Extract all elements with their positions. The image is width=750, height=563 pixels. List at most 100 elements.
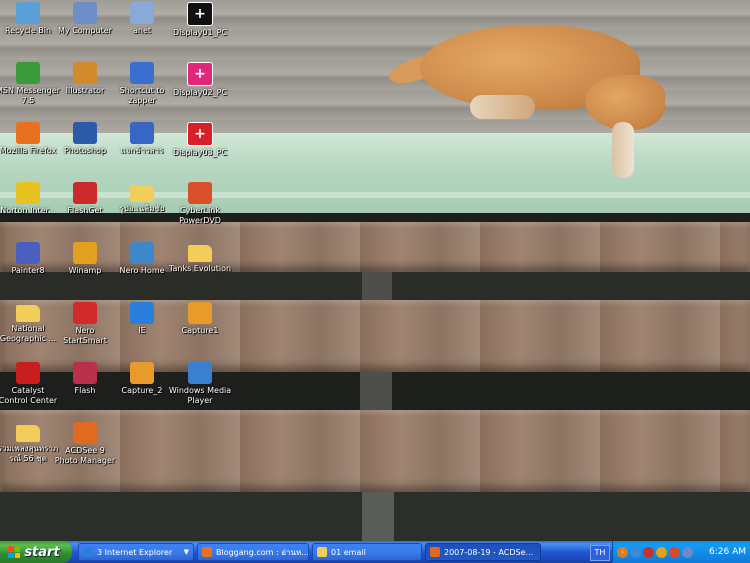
desktop-icon[interactable]: Flash [53, 362, 117, 396]
desktop-icon[interactable]: Mozilla Firefox [0, 122, 60, 156]
desktop-icon[interactable]: Nero Home [110, 242, 174, 276]
acdsee-icon [73, 422, 97, 444]
desktop-icon[interactable]: CyberLink PowerDVD [168, 182, 232, 226]
desktop-icon[interactable]: Illustrator [53, 62, 117, 96]
desktop-icon[interactable]: Capture1 [168, 302, 232, 336]
desktop-icon[interactable]: National Geographic ... [0, 302, 60, 344]
desktop-icon-label: Nero StartSmart [63, 326, 107, 345]
painter-icon [16, 242, 40, 264]
desktop-icon-label: National Geographic ... [0, 324, 57, 343]
desktop-icon-label: Display03_PC [172, 148, 228, 157]
application-window-icon [130, 62, 154, 84]
desktop-icon[interactable]: + Display03_PC [168, 122, 232, 158]
msn-tray-icon[interactable] [656, 546, 667, 558]
taskbar-task-label: Bloggang.com : อ่านห... [216, 547, 309, 557]
taskbar-tasks: 3 Internet Explorer ▼ Bloggang.com : อ่านห… [78, 543, 544, 561]
taskbar-task-label: 3 Internet Explorer [97, 547, 173, 557]
desktop-icon-label: FlashGet [67, 206, 103, 215]
desktop-icon[interactable]: รูปอ.เฉลิมชัย [110, 182, 174, 214]
taskbar-task-button[interactable]: 3 Internet Explorer ▼ [78, 543, 194, 561]
desktop-icon[interactable]: Norton Inter... [0, 182, 60, 216]
desktop-icon[interactable]: ACDSee 9 Photo Manager [53, 422, 117, 466]
msn-messenger-icon [16, 62, 40, 84]
desktop-icon[interactable]: Capture_2 [110, 362, 174, 396]
desktop-icon[interactable]: Windows Media Player [168, 362, 232, 406]
desktop-icon[interactable]: แจกข้าวสาร [110, 122, 174, 156]
wallpaper-post [362, 492, 394, 541]
clock[interactable]: 6:26 AM [709, 547, 746, 557]
folder-icon [188, 245, 212, 262]
desktop-icon-label: Tanks Evolution [168, 264, 232, 273]
desktop-icon-label: Recycle Bin [4, 26, 52, 35]
desktop-icon-label: Nero Home [119, 266, 165, 275]
photoshop-icon [73, 122, 97, 144]
nero-home-icon [130, 242, 154, 264]
folder-icon [16, 305, 40, 322]
taskbar-task-label: 01 email [331, 547, 366, 557]
winamp-icon [73, 242, 97, 264]
powerdvd-icon [188, 182, 212, 204]
antivirus-tray-icon[interactable] [643, 546, 654, 558]
desktop-icon[interactable]: + Display01_PC [168, 2, 232, 38]
wallpaper-dog-hind-leg [470, 95, 535, 119]
desktop-icon[interactable]: Recycle Bin [0, 2, 60, 36]
desktop-icon[interactable]: Photoshop [53, 122, 117, 156]
windows-logo-icon [8, 546, 21, 558]
desktop-icon[interactable]: IE [110, 302, 174, 336]
taskbar-task-button[interactable]: 2007-08-19 - ACDSe... [425, 543, 541, 561]
nero-icon [73, 302, 97, 324]
show-hidden-icons-icon[interactable]: ‹ [617, 546, 628, 558]
firefox-icon [16, 122, 40, 144]
word-document-icon [130, 122, 154, 144]
desktop-icon[interactable]: Shortcut to zapper [110, 62, 174, 106]
desktop-icon-label: Windows Media Player [168, 386, 232, 405]
taskbar-task-label: 2007-08-19 - ACDSe... [444, 547, 534, 557]
desktop-icon-label: Flash [74, 386, 96, 395]
utility-tray-icon[interactable] [669, 546, 680, 558]
norton-icon [16, 182, 40, 204]
desktop-icon[interactable]: Painter8 [0, 242, 60, 276]
desktop-icon-label: MSN Messenger 7.5 [0, 86, 60, 105]
internet-explorer-icon [130, 302, 154, 324]
desktop-icon[interactable]: Tanks Evolution [168, 242, 232, 274]
internet-explorer-icon [83, 547, 93, 557]
computer-icon [73, 2, 97, 24]
display-icon: + [187, 62, 213, 86]
desktop-icon[interactable]: My Computer [53, 2, 117, 36]
wallpaper-post [362, 272, 392, 302]
desktop-icon[interactable]: Winamp [53, 242, 117, 276]
jpeg-image-icon [188, 302, 212, 324]
desktop-icon[interactable]: MSN Messenger 7.5 [0, 62, 60, 106]
taskbar-task-button[interactable]: 01 email [312, 543, 422, 561]
network-tray-icon[interactable] [630, 546, 641, 558]
desktop-icon-label: ACDSee 9 Photo Manager [54, 446, 116, 465]
desktop-icon-label: แจกข้าวสาร [120, 146, 164, 155]
recycle-bin-icon [16, 2, 40, 24]
acdsee-icon [430, 547, 440, 557]
desktop-icon-label: Shortcut to zapper [119, 86, 165, 105]
display-icon: + [187, 122, 213, 146]
start-label: start [24, 544, 60, 560]
desktop-icon[interactable]: Catalyst Control Center [0, 362, 60, 406]
desktop-icon-label: Capture1 [181, 326, 219, 335]
illustrator-icon [73, 62, 97, 84]
desktop-icon[interactable]: FlashGet [53, 182, 117, 216]
start-button[interactable]: start [0, 541, 72, 563]
media-player-icon [188, 362, 212, 384]
desktop-icon-label: รวมเพลงสุนทราภรณ์ 56 ชุด [0, 444, 59, 463]
desktop-icon-label: Winamp [68, 266, 102, 275]
desktop-icon[interactable]: + Display02_PC [168, 62, 232, 98]
desktop-icon[interactable]: รวมเพลงสุนทราภรณ์ 56 ชุด [0, 422, 60, 464]
desktop-icon[interactable]: anet [110, 2, 174, 36]
desktop-icon[interactable]: Nero StartSmart [53, 302, 117, 346]
wallpaper-post [360, 372, 392, 412]
wallpaper-dog-leg [612, 122, 634, 178]
language-indicator[interactable]: TH [590, 545, 610, 561]
taskbar-task-button[interactable]: Bloggang.com : อ่านห... [197, 543, 309, 561]
folder-icon [130, 185, 154, 202]
folder-icon [16, 425, 40, 442]
volume-tray-icon[interactable] [682, 546, 693, 558]
desktop-icon-label: CyberLink PowerDVD [179, 206, 221, 225]
desktop-icon-label: Photoshop [63, 146, 107, 155]
folder-icon [317, 547, 327, 557]
